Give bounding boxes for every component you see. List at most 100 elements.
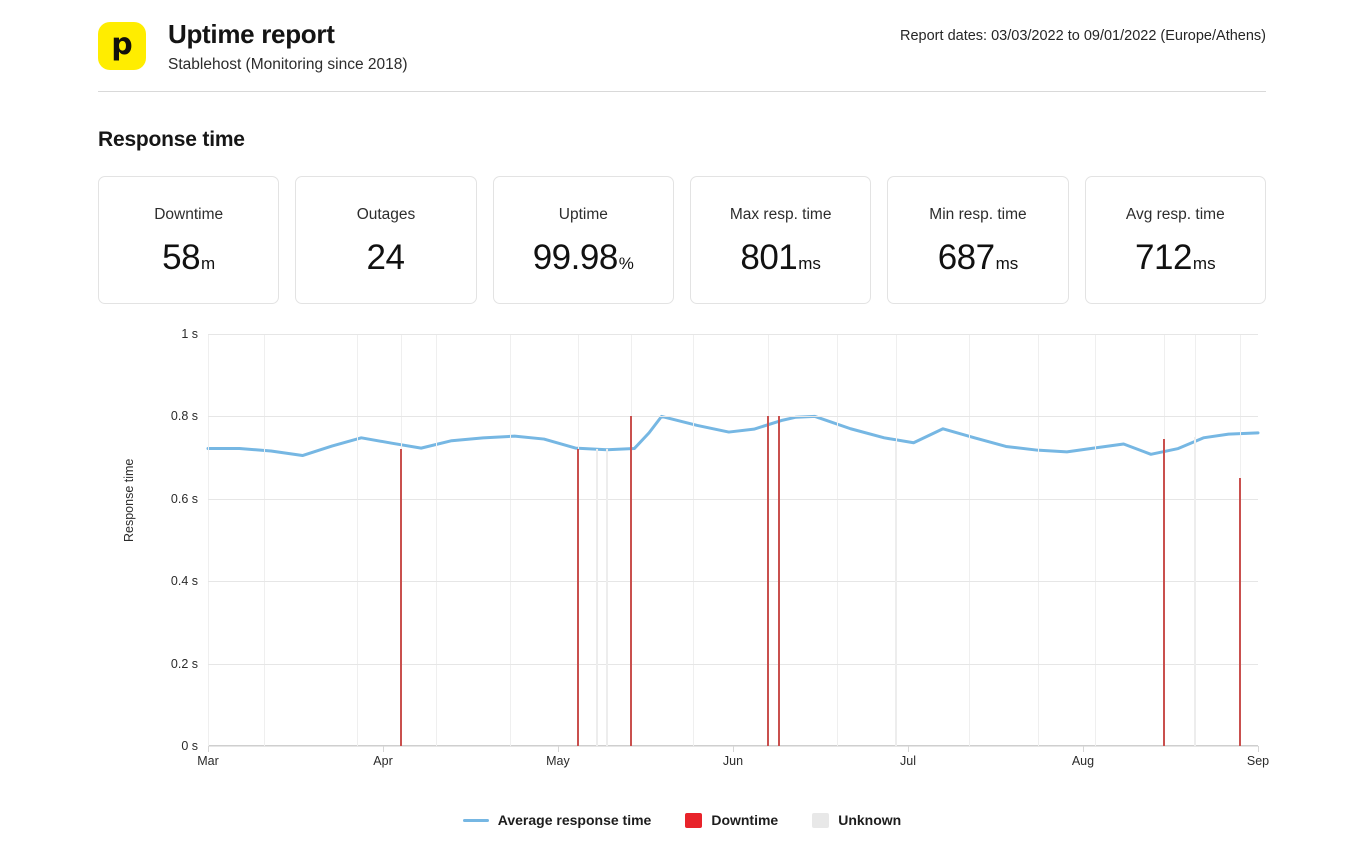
stat-card-outages: Outages 24 bbox=[295, 176, 477, 304]
report-header: p Uptime report Stablehost (Monitoring s… bbox=[98, 0, 1266, 78]
stat-card-unit: ms bbox=[798, 253, 821, 273]
downtime-bar bbox=[630, 416, 633, 746]
chart-gridline bbox=[208, 663, 1258, 665]
header-divider bbox=[98, 91, 1266, 92]
x-axis-tickmark bbox=[557, 746, 559, 752]
x-axis-tick-label: Jul bbox=[900, 754, 917, 768]
y-axis-tick-label: 0 s bbox=[181, 739, 198, 753]
average-response-time-line bbox=[206, 414, 1260, 458]
chart-vertical-gridline bbox=[357, 334, 359, 746]
y-axis-tick-label: 0.2 s bbox=[170, 656, 198, 671]
downtime-bar bbox=[577, 448, 580, 746]
x-axis-tickmark bbox=[908, 746, 910, 752]
chart-vertical-gridline bbox=[435, 334, 437, 746]
y-axis-tick-label: 0.8 s bbox=[170, 409, 198, 424]
downtime-bar bbox=[399, 448, 402, 746]
stat-card-value: 801 ms bbox=[740, 240, 821, 275]
stat-card-value: 687 ms bbox=[938, 240, 1019, 275]
legend-item-unknown[interactable]: Unknown bbox=[812, 812, 901, 828]
chart-plot-area: 0 s 0.2 s 0.4 s 0.6 s 0.8 s 1 s Mar Apr May Jun Ju… bbox=[171, 327, 1269, 768]
stat-card-unit: ms bbox=[995, 253, 1019, 273]
chart-vertical-gridline bbox=[208, 334, 209, 746]
uptime-report-page: p Uptime report Stablehost (Monitoring s… bbox=[0, 0, 1364, 850]
x-axis-tickmark bbox=[1258, 746, 1259, 752]
chart-vertical-gridline bbox=[1095, 334, 1097, 746]
stat-card-label: Avg resp. time bbox=[1125, 206, 1225, 223]
legend-label: Unknown bbox=[838, 812, 902, 828]
unknown-bar bbox=[894, 441, 897, 746]
logo-glyph: p bbox=[111, 27, 133, 62]
chart-vertical-gridline bbox=[969, 334, 971, 746]
downtime-swatch-icon bbox=[685, 812, 703, 828]
y-axis-tick-label: 0.6 s bbox=[170, 491, 198, 506]
stat-card-min-resp-time: Min resp. time 687 ms bbox=[887, 176, 1069, 304]
x-axis-tickmark bbox=[733, 746, 734, 752]
report-dates: Report dates: 03/03/2022 to 09/01/2022 (… bbox=[900, 28, 1266, 44]
x-axis-tick-label: Aug bbox=[1071, 754, 1095, 768]
y-axis-title: Response time bbox=[122, 458, 136, 542]
downtime-bar bbox=[1162, 439, 1165, 746]
legend-item-average-response-time[interactable]: Average response time bbox=[462, 812, 652, 828]
x-axis-tickmark bbox=[1082, 746, 1084, 752]
chart-vertical-gridline bbox=[693, 334, 695, 746]
chart-vertical-gridline bbox=[263, 334, 265, 746]
chart-gridline bbox=[208, 416, 1258, 418]
legend-label: Downtime bbox=[711, 812, 779, 828]
stat-card-row: Downtime 58 m Outages 24 Uptime 99.98 % … bbox=[98, 176, 1266, 304]
stat-card-value: 58 m bbox=[162, 240, 215, 275]
brand-block: p Uptime report Stablehost (Monitoring s… bbox=[98, 18, 408, 74]
section-title: Response time bbox=[98, 128, 245, 151]
x-axis-tick-label: Mar bbox=[197, 754, 219, 768]
stat-card-label: Downtime bbox=[154, 206, 224, 223]
downtime-bar bbox=[766, 416, 769, 746]
stat-card-number: 99.98 bbox=[532, 237, 619, 277]
downtime-bar bbox=[778, 416, 781, 746]
chart-vertical-gridline bbox=[510, 334, 512, 746]
x-axis-tick-label: Sep bbox=[1246, 754, 1270, 768]
stat-card-unit: % bbox=[618, 253, 634, 273]
chart-vertical-gridline bbox=[836, 334, 838, 746]
x-axis-tick-label: Apr bbox=[373, 754, 393, 768]
legend-item-downtime[interactable]: Downtime bbox=[685, 812, 778, 828]
unknown-bar bbox=[606, 448, 608, 746]
stat-card-label: Max resp. time bbox=[729, 206, 832, 223]
y-axis-tick-label: 0.4 s bbox=[170, 574, 198, 589]
response-time-polyline bbox=[206, 414, 1260, 458]
stat-card-label: Uptime bbox=[558, 206, 608, 223]
chart-vertical-gridline bbox=[1037, 334, 1039, 746]
page-title: Uptime report bbox=[168, 19, 335, 49]
unknown-bar bbox=[595, 448, 598, 746]
page-subtitle: Stablehost (Monitoring since 2018) bbox=[168, 55, 408, 73]
chart-gridline bbox=[208, 581, 1258, 583]
stat-card-number: 58 bbox=[162, 237, 201, 277]
x-axis-tick-label: May bbox=[546, 754, 570, 768]
stat-card-unit: m bbox=[201, 253, 216, 273]
chart-legend: Average response time Downtime Unknown bbox=[0, 812, 1364, 828]
downtime-bar bbox=[1239, 478, 1242, 746]
unknown-bar bbox=[1194, 437, 1196, 746]
response-time-chart: Response time 0 s 0.2 s 0.4 s 0.6 s 0.8 s 1 s… bbox=[98, 327, 1269, 804]
stat-card-uptime: Uptime 99.98 % bbox=[492, 176, 674, 304]
pingdom-logo-icon: p bbox=[98, 22, 146, 70]
y-axis-tick-label: 1 s bbox=[181, 327, 198, 341]
stat-card-downtime: Downtime 58 m bbox=[98, 176, 280, 304]
stat-card-number: 801 bbox=[740, 237, 798, 277]
stat-card-value: 24 bbox=[367, 240, 406, 275]
stat-card-number: 687 bbox=[937, 237, 995, 277]
stat-card-number: 24 bbox=[366, 237, 405, 277]
unknown-swatch-icon bbox=[812, 812, 830, 828]
x-axis-tickmark bbox=[383, 746, 385, 752]
stat-card-unit: ms bbox=[1192, 253, 1216, 273]
x-axis-tick-label: Jun bbox=[722, 754, 744, 768]
title-block: Uptime report Stablehost (Monitoring sin… bbox=[168, 18, 408, 74]
chart-gridline bbox=[208, 498, 1258, 500]
stat-card-label: Outages bbox=[356, 206, 416, 223]
stat-card-value: 99.98 % bbox=[533, 240, 634, 275]
chart-gridline bbox=[208, 334, 1258, 335]
legend-label: Average response time bbox=[497, 812, 652, 828]
stat-card-avg-resp-time: Avg resp. time 712 ms bbox=[1084, 176, 1266, 304]
stat-card-max-resp-time: Max resp. time 801 ms bbox=[689, 176, 872, 304]
line-swatch-icon bbox=[462, 818, 489, 822]
x-axis-tickmark bbox=[208, 746, 209, 752]
stat-card-value: 712 ms bbox=[1135, 240, 1216, 275]
